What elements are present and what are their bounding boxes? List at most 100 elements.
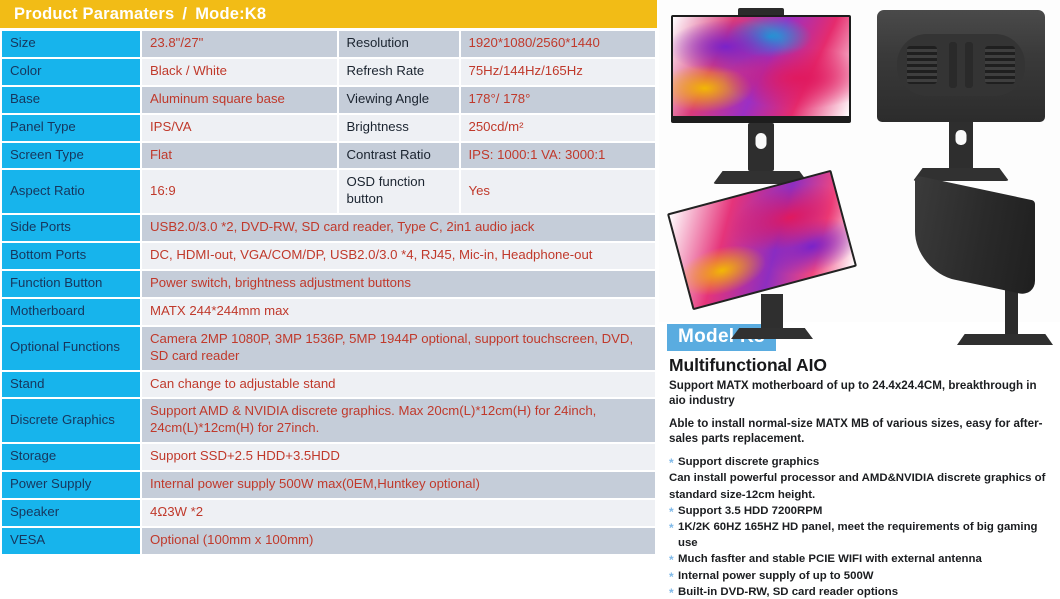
vesa-mount-plate xyxy=(897,34,1025,96)
table-row: Discrete Graphics Support AMD & NVIDIA d… xyxy=(2,399,655,443)
list-item: Built-in DVD-RW, SD card reader options xyxy=(669,584,1050,599)
monitor-tilted-view-image xyxy=(666,169,867,339)
list-item: Support discrete graphics xyxy=(669,454,1050,472)
spec-value: Aluminum square base xyxy=(142,86,337,113)
spec-value: Support AMD & NVIDIA discrete graphics. … xyxy=(142,399,655,443)
mount-rail-left xyxy=(949,42,957,88)
spec-value: Internal power supply 500W max(0EM,Huntk… xyxy=(142,472,655,499)
monitor-stand-neck xyxy=(748,123,774,171)
title-separator: / xyxy=(182,4,188,23)
spec-value: IPS/VA xyxy=(142,114,337,141)
spec-label-secondary: Contrast Ratio xyxy=(338,142,459,169)
spec-label: VESA xyxy=(2,527,140,554)
spec-label: Motherboard xyxy=(2,298,140,325)
list-item: 1K/2K 60HZ 165HZ HD panel, meet the requ… xyxy=(669,519,1050,551)
spec-value: 4Ω3W *2 xyxy=(142,500,655,526)
spec-label: Optional Functions xyxy=(2,326,140,370)
spec-label: Bottom Ports xyxy=(2,243,140,270)
spec-value: Black / White xyxy=(142,58,337,85)
specification-panel: Product Paramaters / Mode:K8 Size 23.8"/… xyxy=(0,0,657,599)
spec-label-secondary: Brightness xyxy=(338,114,459,141)
monitor-stand-base xyxy=(957,334,1053,345)
table-row: Base Aluminum square base Viewing Angle … xyxy=(2,86,655,113)
spec-label-secondary: OSD function button xyxy=(338,170,459,214)
marketing-paragraph-1: Support MATX motherboard of up to 24.4x2… xyxy=(669,379,1037,408)
table-row: Power Supply Internal power supply 500W … xyxy=(2,472,655,499)
spec-table-title-bar: Product Paramaters / Mode:K8 xyxy=(0,0,657,28)
table-row: VESA Optional (100mm x 100mm) xyxy=(2,527,655,554)
spec-value-secondary: 178°/ 178° xyxy=(460,86,655,113)
spec-label-secondary: Resolution xyxy=(338,31,459,57)
monitor-bezel xyxy=(666,169,858,311)
monitor-profile-body xyxy=(915,175,1035,297)
spec-value: DC, HDMI-out, VGA/COM/DP, USB2.0/3.0 *4,… xyxy=(142,243,655,270)
spec-value: USB2.0/3.0 *2, DVD-RW, SD card reader, T… xyxy=(142,215,655,242)
vent-grille-left xyxy=(907,46,937,84)
spec-label: Color xyxy=(2,58,140,85)
title-main-text: Product Paramaters xyxy=(14,4,175,23)
table-row: Screen Type Flat Contrast Ratio IPS: 100… xyxy=(2,142,655,169)
spec-value: Support SSD+2.5 HDD+3.5HDD xyxy=(142,444,655,471)
table-row: Speaker 4Ω3W *2 xyxy=(2,500,655,526)
table-row: Motherboard MATX 244*244mm max xyxy=(2,298,655,325)
mount-rail-right xyxy=(965,42,973,88)
spec-value: MATX 244*244mm max xyxy=(142,298,655,325)
monitor-side-profile-image xyxy=(909,175,1059,345)
spec-label: Discrete Graphics xyxy=(2,399,140,443)
spec-value-secondary: 1920*1080/2560*1440 xyxy=(460,31,655,57)
spec-value: Can change to adjustable stand xyxy=(142,371,655,398)
spec-label: Stand xyxy=(2,371,140,398)
table-row: Optional Functions Camera 2MP 1080P, 3MP… xyxy=(2,326,655,370)
monitor-back-view-image xyxy=(877,10,1045,181)
marketing-headline: Multifunctional AIO xyxy=(669,355,827,375)
monitor-bezel xyxy=(671,15,851,123)
spec-value: Camera 2MP 1080P, 3MP 1536P, 5MP 1944P o… xyxy=(142,326,655,370)
marketing-paragraph-2: Able to install normal-size MATX MB of v… xyxy=(669,417,1043,446)
table-row: Color Black / White Refresh Rate 75Hz/14… xyxy=(2,58,655,85)
list-item: Much fasfter and stable PCIE WIFI with e… xyxy=(669,551,1050,569)
table-row: Stand Can change to adjustable stand xyxy=(2,371,655,398)
spec-label: Function Button xyxy=(2,271,140,297)
table-row: Panel Type IPS/VA Brightness 250cd/m² xyxy=(2,114,655,141)
spec-label: Speaker xyxy=(2,500,140,526)
table-row: Function Button Power switch, brightness… xyxy=(2,271,655,297)
spec-label: Storage xyxy=(2,444,140,471)
table-row: Size 23.8"/27" Resolution 1920*1080/2560… xyxy=(2,31,655,57)
monitor-front-view-image xyxy=(671,8,851,184)
screen-wallpaper xyxy=(669,172,855,308)
spec-label: Base xyxy=(2,86,140,113)
vent-grille-right xyxy=(985,46,1015,84)
specification-table: Size 23.8"/27" Resolution 1920*1080/2560… xyxy=(0,29,657,556)
spec-value: Optional (100mm x 100mm) xyxy=(142,527,655,554)
spec-value: Flat xyxy=(142,142,337,169)
marketing-copy: Model K8 Multifunctional AIO Support MAT… xyxy=(659,322,1060,599)
spec-label-secondary: Viewing Angle xyxy=(338,86,459,113)
product-image-gallery xyxy=(659,0,1060,345)
table-row: Bottom Ports DC, HDMI-out, VGA/COM/DP, U… xyxy=(2,243,655,270)
product-showcase-panel: Model K8 Multifunctional AIO Support MAT… xyxy=(657,0,1060,599)
monitor-stand-base xyxy=(731,328,813,339)
list-item: Internal power supply of up to 500W xyxy=(669,568,1050,586)
spec-label: Aspect Ratio xyxy=(2,170,140,214)
spec-label: Screen Type xyxy=(2,142,140,169)
table-row: Storage Support SSD+2.5 HDD+3.5HDD xyxy=(2,444,655,471)
screen-wallpaper xyxy=(673,17,849,116)
spec-label: Size xyxy=(2,31,140,57)
spec-table-body: Size 23.8"/27" Resolution 1920*1080/2560… xyxy=(2,31,655,554)
table-row: Side Ports USB2.0/3.0 *2, DVD-RW, SD car… xyxy=(2,215,655,242)
spec-value-secondary: 75Hz/144Hz/165Hz xyxy=(460,58,655,85)
monitor-stand-neck xyxy=(761,294,783,328)
table-row: Aspect Ratio 16:9 OSD function button Ye… xyxy=(2,170,655,214)
spec-value-secondary: 250cd/m² xyxy=(460,114,655,141)
feature-list: Support discrete graphics Can install po… xyxy=(667,454,1050,599)
monitor-stand-neck xyxy=(949,122,973,168)
spec-label: Side Ports xyxy=(2,215,140,242)
spec-value: 16:9 xyxy=(142,170,337,214)
spec-value: Power switch, brightness adjustment butt… xyxy=(142,271,655,297)
product-spec-sheet: Product Paramaters / Mode:K8 Size 23.8"/… xyxy=(0,0,1060,599)
spec-value: 23.8"/27" xyxy=(142,31,337,57)
list-item: Can install powerful processor and AMD&N… xyxy=(669,472,1046,501)
spec-label-secondary: Refresh Rate xyxy=(338,58,459,85)
spec-value-secondary: IPS: 1000:1 VA: 3000:1 xyxy=(460,142,655,169)
list-item: Support 3.5 HDD 7200RPM xyxy=(669,503,1050,521)
